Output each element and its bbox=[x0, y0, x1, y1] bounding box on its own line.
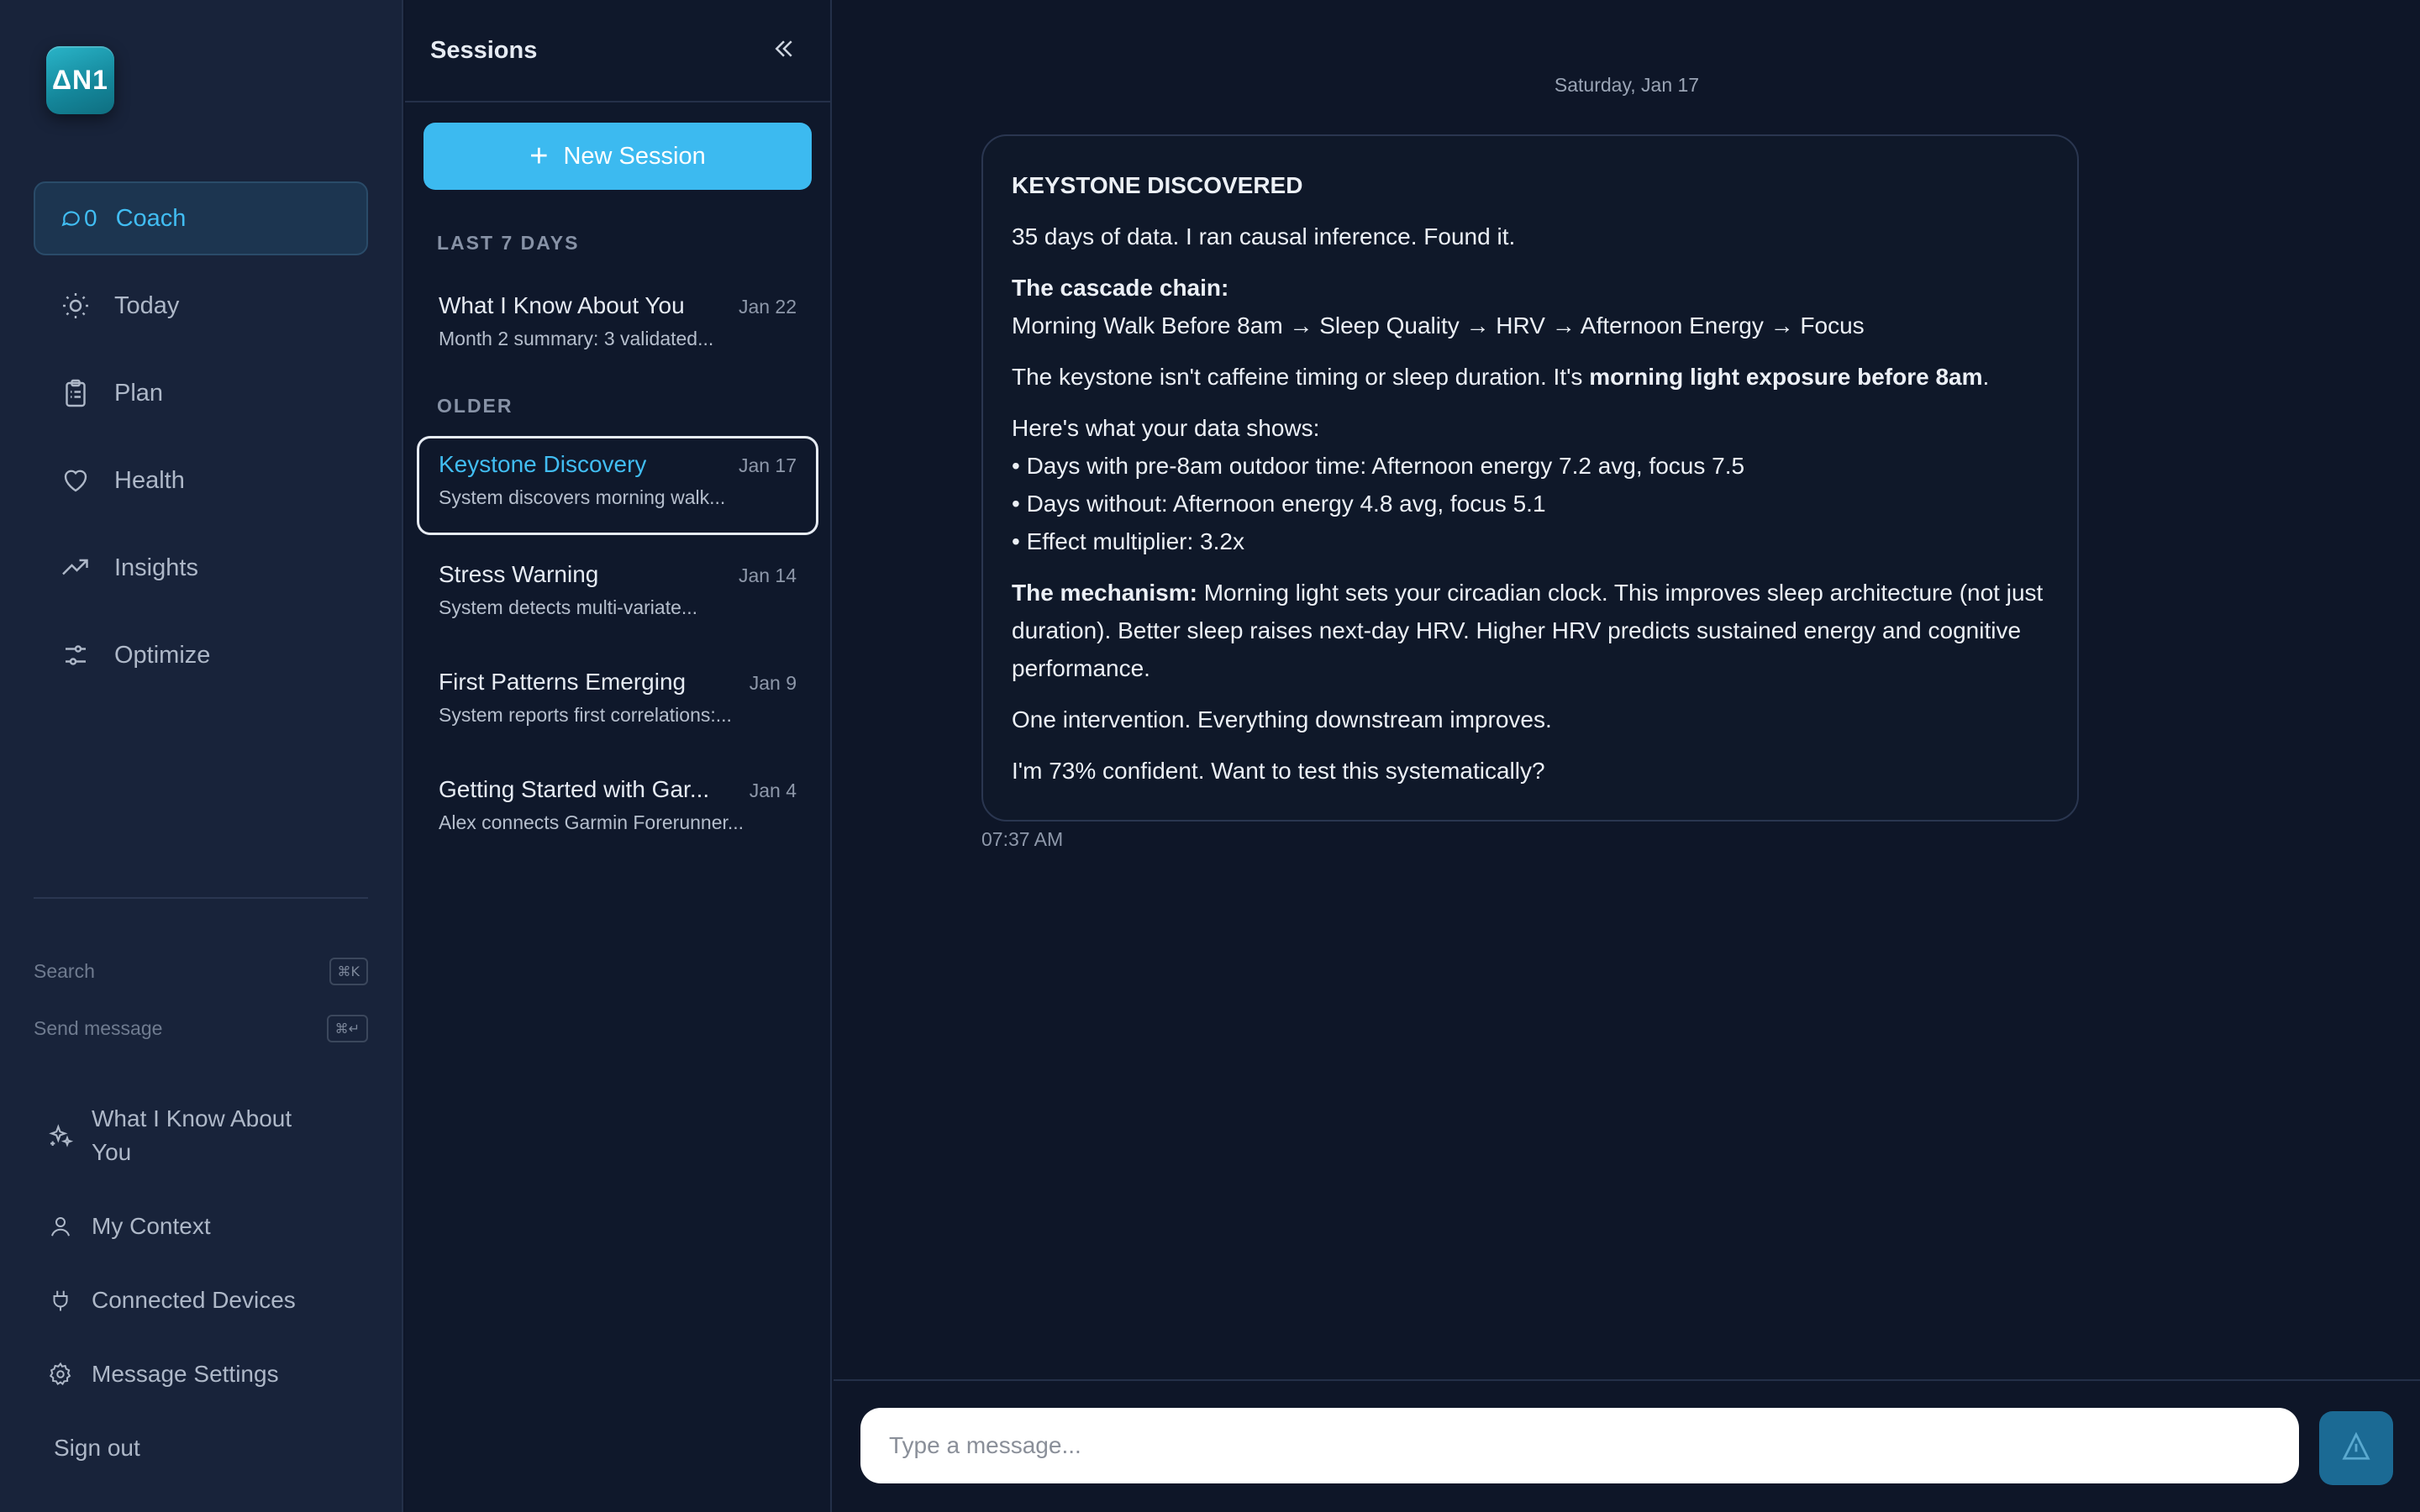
sessions-title: Sessions bbox=[430, 36, 538, 64]
session-title: First Patterns Emerging bbox=[439, 669, 687, 695]
session-preview: System discovers morning walk... bbox=[439, 486, 726, 508]
data-bullet: • Days without: Afternoon energy 4.8 avg… bbox=[1012, 491, 1546, 517]
session-title: Keystone Discovery bbox=[439, 451, 647, 477]
session-preview: System detects multi-variate... bbox=[439, 596, 698, 618]
clipboard-icon bbox=[59, 376, 92, 410]
sliders-icon bbox=[59, 638, 92, 672]
nav-bottom-label: What I Know About You bbox=[92, 1105, 292, 1165]
day-separator: Saturday, Jan 17 bbox=[1554, 74, 1700, 96]
cascade-label: The cascade chain: bbox=[1012, 275, 1229, 301]
new-session-label: New Session bbox=[563, 142, 706, 170]
nav-message-settings[interactable]: Message Settings bbox=[46, 1357, 279, 1391]
session-item[interactable]: Stress Warning Jan 14 System detects mul… bbox=[417, 546, 818, 645]
nav-item-health[interactable]: Health bbox=[34, 444, 368, 517]
session-date: Jan 4 bbox=[749, 780, 797, 801]
sessions-header: Sessions bbox=[405, 0, 830, 102]
message-timestamp: 07:37 AM bbox=[981, 828, 1064, 850]
send-icon bbox=[2340, 1431, 2372, 1467]
session-item-active[interactable]: Keystone Discovery Jan 17 System discove… bbox=[417, 436, 818, 535]
coach-badge: 0 bbox=[84, 205, 97, 231]
message-input[interactable] bbox=[860, 1408, 2299, 1483]
session-preview: Alex connects Garmin Forerunner... bbox=[439, 811, 744, 833]
session-title: Stress Warning bbox=[439, 561, 599, 587]
collapse-icon[interactable] bbox=[771, 36, 797, 66]
left-nav: ΔN1 0 Coach Today Plan Health Insights O… bbox=[0, 0, 403, 1512]
shortcut-search[interactable]: Search ⌘K bbox=[34, 954, 368, 988]
nav-connected-devices[interactable]: Connected Devices bbox=[46, 1284, 296, 1317]
session-item[interactable]: What I Know About You Jan 22 Month 2 sum… bbox=[417, 277, 818, 376]
nav-what-i-know[interactable]: What I Know About You bbox=[46, 1102, 324, 1169]
session-date: Jan 22 bbox=[738, 296, 797, 318]
nav-bottom-label: Message Settings bbox=[92, 1361, 279, 1387]
session-title: What I Know About You bbox=[439, 292, 685, 318]
keystone-end: . bbox=[1982, 364, 1990, 390]
nav-my-context[interactable]: My Context bbox=[46, 1210, 211, 1243]
session-item[interactable]: Getting Started with Gar... Jan 4 Alex c… bbox=[417, 761, 818, 860]
sign-out-link[interactable]: Sign out bbox=[54, 1431, 140, 1465]
group-label-last-7-days: LAST 7 DAYS bbox=[437, 232, 580, 254]
keystone-text: The keystone isn't caffeine timing or sl… bbox=[1012, 364, 1590, 390]
session-title: Getting Started with Gar... bbox=[439, 776, 710, 802]
message-paragraph: I'm 73% confident. Want to test this sys… bbox=[1012, 758, 1545, 784]
nav-item-label: Optimize bbox=[114, 641, 211, 669]
sessions-panel: Sessions + New Session LAST 7 DAYS What … bbox=[405, 0, 832, 1512]
mechanism-paragraph: The mechanism: Morning light sets your c… bbox=[1012, 574, 2049, 687]
message-paragraph: One intervention. Everything downstream … bbox=[1012, 706, 1552, 732]
app-logo[interactable]: ΔN1 bbox=[46, 46, 114, 114]
chat-area: Saturday, Jan 17 KEYSTONE DISCOVERED 35 … bbox=[834, 0, 2420, 1512]
nav-item-label: Insights bbox=[114, 554, 198, 581]
data-intro: Here's what your data shows: bbox=[1012, 415, 1320, 441]
nav-item-insights[interactable]: Insights bbox=[34, 531, 368, 605]
new-session-button[interactable]: + New Session bbox=[424, 123, 812, 190]
cascade-chain: Morning Walk Before 8am → Sleep Quality … bbox=[1012, 312, 1865, 339]
nav-item-label: Coach bbox=[115, 204, 187, 232]
shortcut-key: ⌘K bbox=[329, 957, 368, 985]
session-item[interactable]: First Patterns Emerging Jan 9 System rep… bbox=[417, 654, 818, 753]
keystone-paragraph: The keystone isn't caffeine timing or sl… bbox=[1012, 358, 2049, 396]
shortcut-key: ⌘↵ bbox=[326, 1014, 368, 1042]
user-icon bbox=[46, 1210, 75, 1243]
heart-icon bbox=[59, 464, 92, 497]
group-label-older: OLDER bbox=[437, 395, 513, 417]
sun-icon bbox=[59, 289, 92, 323]
shortcut-send-message[interactable]: Send message ⌘↵ bbox=[34, 1011, 368, 1045]
trending-up-icon bbox=[59, 551, 92, 585]
plug-icon bbox=[46, 1284, 75, 1317]
nav-item-coach[interactable]: 0 Coach bbox=[34, 181, 368, 255]
message-paragraph: 35 days of data. I ran causal inference.… bbox=[1012, 223, 1516, 249]
gear-icon bbox=[46, 1357, 75, 1391]
composer-divider bbox=[834, 1379, 2420, 1381]
nav-item-label: Today bbox=[114, 291, 180, 319]
message-heading: KEYSTONE DISCOVERED bbox=[1012, 172, 1303, 198]
session-date: Jan 17 bbox=[738, 454, 797, 476]
nav-item-today[interactable]: Today bbox=[34, 269, 368, 343]
shortcut-label: Search bbox=[34, 959, 95, 982]
nav-bottom-label: My Context bbox=[92, 1213, 211, 1239]
assistant-message: KEYSTONE DISCOVERED 35 days of data. I r… bbox=[981, 134, 2079, 822]
send-button[interactable] bbox=[2319, 1411, 2393, 1485]
chat-icon: 0 bbox=[60, 202, 97, 235]
data-bullet: • Days with pre-8am outdoor time: Aftern… bbox=[1012, 453, 1745, 479]
nav-item-optimize[interactable]: Optimize bbox=[34, 618, 368, 692]
keystone-bold: morning light exposure before 8am bbox=[1589, 364, 1983, 390]
session-preview: System reports first correlations:... bbox=[439, 704, 732, 726]
nav-item-label: Health bbox=[114, 466, 185, 494]
nav-divider bbox=[34, 897, 368, 899]
mechanism-label: The mechanism: bbox=[1012, 580, 1197, 606]
shortcut-label: Send message bbox=[34, 1016, 163, 1039]
sparkles-icon bbox=[46, 1102, 75, 1169]
nav-bottom-label: Connected Devices bbox=[92, 1287, 296, 1313]
session-date: Jan 14 bbox=[738, 564, 797, 586]
nav-item-label: Plan bbox=[114, 379, 164, 407]
session-date: Jan 9 bbox=[749, 672, 797, 694]
nav-item-plan[interactable]: Plan bbox=[34, 356, 368, 430]
data-bullet: • Effect multiplier: 3.2x bbox=[1012, 528, 1244, 554]
plus-icon: + bbox=[529, 139, 549, 174]
session-preview: Month 2 summary: 3 validated... bbox=[439, 328, 714, 349]
